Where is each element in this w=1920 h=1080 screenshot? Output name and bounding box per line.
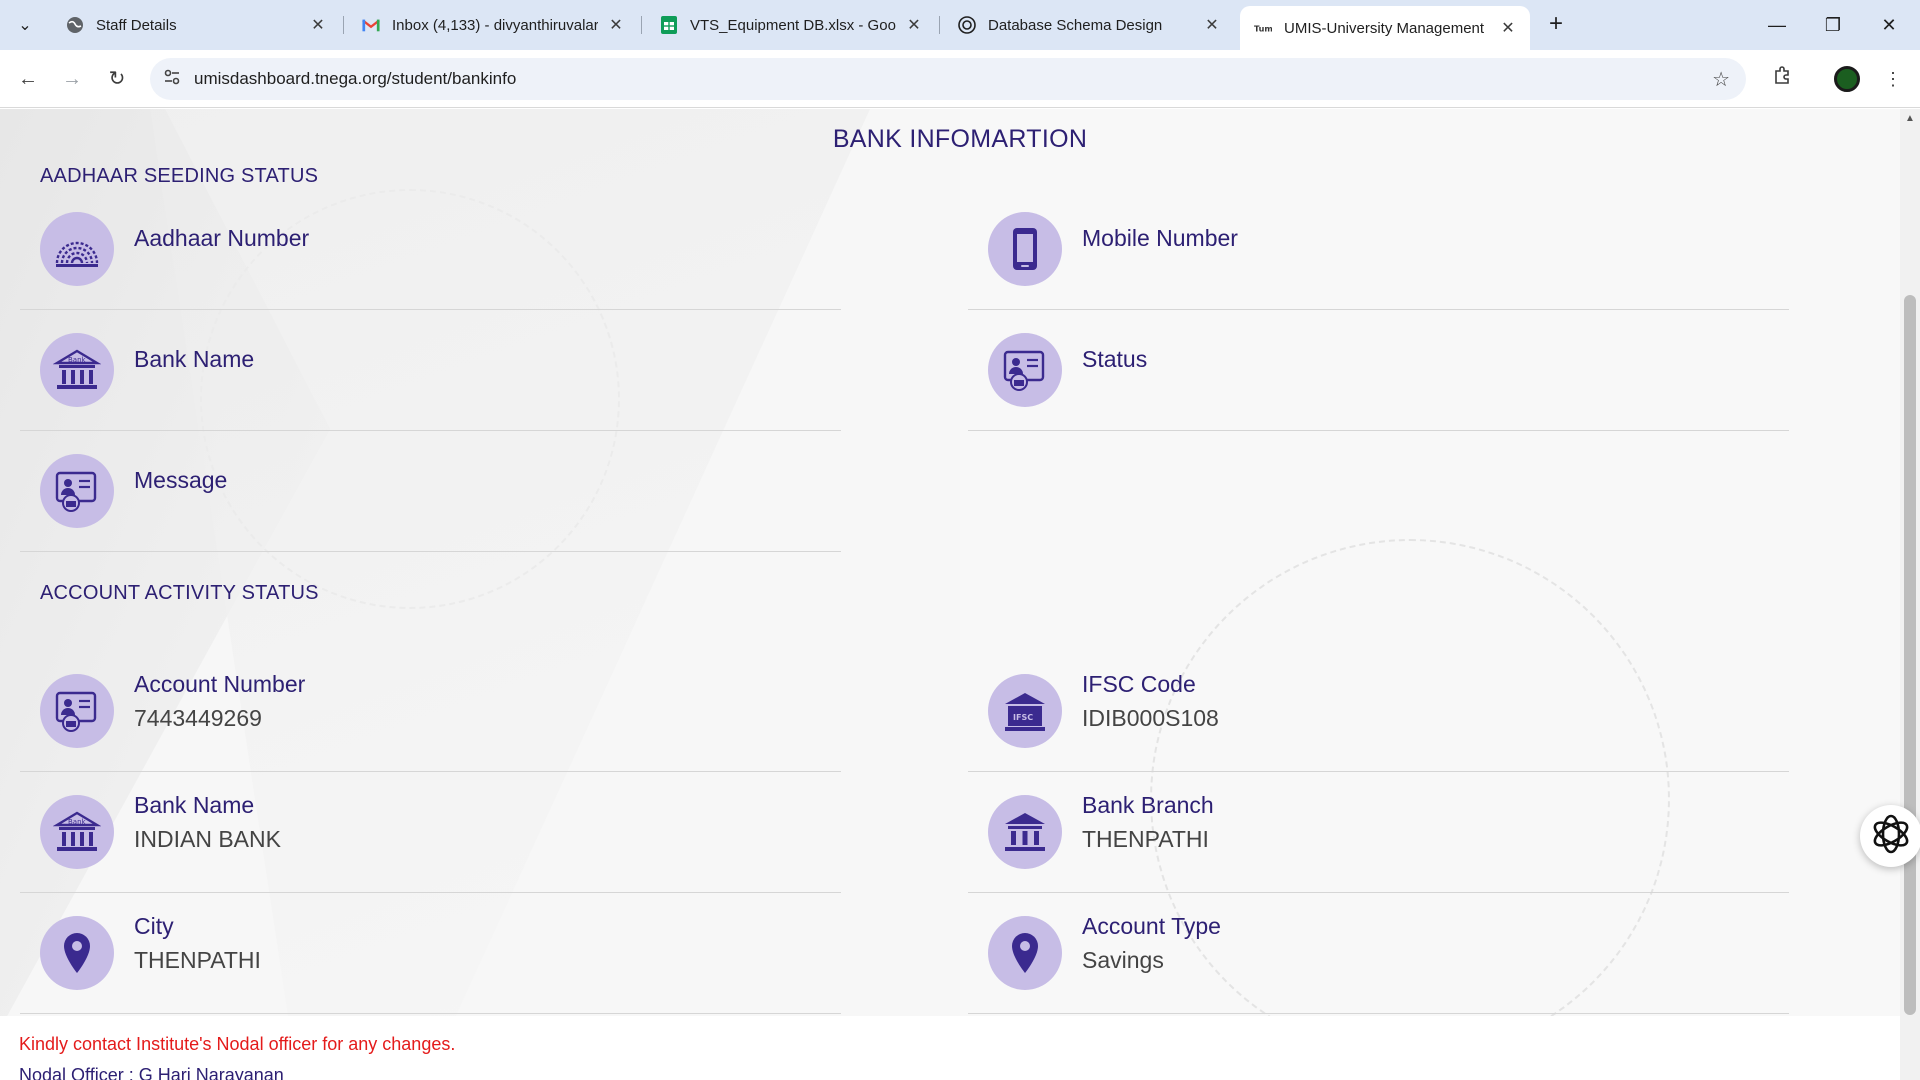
arrow-right-icon: → — [62, 68, 82, 90]
browser-toolbar: ← → ↻ umisdashboard.tnega.org/student/ba… — [0, 50, 1920, 108]
location-pin-icon — [988, 916, 1062, 990]
aadhaar-icon — [40, 212, 114, 286]
kebab-menu-icon: ⋮ — [1884, 69, 1902, 89]
close-icon[interactable]: ✕ — [904, 15, 924, 35]
bank-branch-field: Bank Branch THENPATHI — [968, 772, 1789, 893]
close-icon[interactable]: ✕ — [308, 15, 328, 35]
account-type-field: Account Type Savings — [968, 893, 1789, 1014]
location-pin-icon — [40, 916, 114, 990]
field-label: Bank Name — [134, 792, 255, 818]
close-icon[interactable]: ✕ — [1202, 15, 1222, 35]
close-window-button[interactable]: ✕ — [1864, 8, 1914, 42]
puzzle-icon — [1772, 66, 1792, 89]
field-label: Message — [134, 467, 228, 493]
account-section-title: ACCOUNT ACTIVITY STATUS — [40, 582, 319, 604]
svg-text:Bank: Bank — [68, 356, 87, 364]
field-value: 7443449269 — [134, 705, 262, 731]
field-value: Savings — [1082, 947, 1164, 973]
field-value: THENPATHI — [1082, 826, 1209, 852]
message-field: Message — [20, 431, 841, 552]
extensions-button[interactable] — [1766, 63, 1798, 95]
mobile-phone-icon — [988, 212, 1062, 286]
tab-title: Staff Details — [96, 16, 177, 34]
svg-text:Bank: Bank — [68, 818, 87, 826]
field-value: INDIAN BANK — [134, 826, 281, 852]
scroll-up-arrow-icon[interactable]: ▲ — [1900, 113, 1920, 124]
tab-staff-details[interactable]: Staff Details ✕ — [52, 7, 340, 43]
bank-building-icon: Bank — [40, 333, 114, 407]
back-button[interactable]: ← — [12, 63, 44, 95]
field-label: Account Type — [1082, 913, 1221, 939]
ifsc-bank-icon: IFSC — [988, 674, 1062, 748]
field-value: IDIB000S108 — [1082, 705, 1219, 731]
close-icon[interactable]: ✕ — [1498, 18, 1518, 38]
close-icon[interactable]: ✕ — [606, 15, 626, 35]
arrow-left-icon: ← — [18, 68, 38, 90]
id-card-bank-icon — [988, 333, 1062, 407]
aadhaar-number-field: Aadhaar Number — [20, 189, 841, 310]
gmail-icon — [362, 16, 380, 34]
tab-title: Database Schema Design — [988, 16, 1163, 34]
contact-notice: Kindly contact Institute's Nodal officer… — [19, 1034, 456, 1054]
tab-umis[interactable]: Tumis UMIS-University Management ✕ — [1240, 6, 1530, 50]
ifsc-code-field: IFSC IFSC Code IDIB000S108 — [968, 651, 1789, 772]
nodal-officer: Nodal Officer : G Hari Narayanan — [19, 1065, 284, 1080]
aadhaar-bank-name-field: Bank Bank Name — [20, 310, 841, 431]
id-card-bank-icon — [40, 454, 114, 528]
url-text[interactable]: umisdashboard.tnega.org/student/bankinfo — [194, 69, 516, 89]
field-label: Account Number — [134, 671, 306, 697]
site-info-icon[interactable] — [150, 68, 194, 91]
field-label: Bank Name — [134, 346, 255, 372]
tab-title: VTS_Equipment DB.xlsx - Googl — [690, 16, 896, 34]
scrollbar-thumb[interactable] — [1904, 295, 1916, 1015]
account-bank-name-field: Bank Bank Name INDIAN BANK — [20, 772, 841, 893]
field-value: THENPATHI — [134, 947, 261, 973]
openai-icon — [1869, 812, 1913, 861]
minimize-button[interactable]: — — [1752, 8, 1802, 42]
field-label: City — [134, 913, 174, 939]
aadhaar-section-title: AADHAAR SEEDING STATUS — [40, 165, 319, 187]
reload-icon: ↻ — [108, 68, 126, 90]
page-scrollbar[interactable]: ▲ — [1900, 109, 1920, 1080]
globe-icon — [66, 16, 84, 34]
account-number-field: Account Number 7443449269 — [20, 651, 841, 772]
address-bar[interactable]: umisdashboard.tnega.org/student/bankinfo… — [150, 58, 1746, 100]
bank-building-icon: Bank — [40, 795, 114, 869]
id-card-bank-icon — [40, 674, 114, 748]
page-title: BANK INFOMARTION — [832, 125, 1088, 153]
mobile-number-field: Mobile Number — [968, 189, 1789, 310]
tab-vts-equipment[interactable]: VTS_Equipment DB.xlsx - Googl ✕ — [646, 7, 936, 43]
field-label: Bank Branch — [1082, 792, 1214, 818]
openai-icon — [958, 16, 976, 34]
svg-text:Tumis: Tumis — [1254, 24, 1272, 34]
browser-menu-button[interactable]: ⋮ — [1877, 63, 1909, 95]
status-field: Status — [968, 310, 1789, 431]
reload-button[interactable]: ↻ — [101, 63, 133, 95]
tab-title: Inbox (4,133) - divyanthiruvalar — [392, 16, 598, 34]
tab-inbox[interactable]: Inbox (4,133) - divyanthiruvalar ✕ — [348, 7, 638, 43]
forward-button[interactable]: → — [56, 63, 88, 95]
umis-icon: Tumis — [1254, 19, 1272, 37]
bank-columns-icon — [988, 795, 1062, 869]
restore-button[interactable]: ❐ — [1808, 8, 1858, 42]
sheets-icon — [660, 16, 678, 34]
tab-strip: ⌄ Staff Details ✕ Inbox (4,133) - divyan… — [0, 0, 1920, 50]
field-label: IFSC Code — [1082, 671, 1196, 697]
field-label: Status — [1082, 346, 1148, 372]
tab-database-schema[interactable]: Database Schema Design ✕ — [944, 7, 1234, 43]
field-label: Aadhaar Number — [134, 225, 310, 251]
profile-avatar[interactable] — [1834, 66, 1860, 92]
new-tab-button[interactable]: + — [1541, 10, 1571, 40]
tab-search-button[interactable]: ⌄ — [8, 8, 42, 42]
bookmark-star-icon[interactable]: ☆ — [1712, 67, 1730, 92]
bank-info-page: BANK INFOMARTION AADHAAR SEEDING STATUS … — [0, 109, 1900, 1080]
tab-title: UMIS-University Management — [1284, 19, 1485, 37]
field-label: Mobile Number — [1082, 225, 1238, 251]
city-field: City THENPATHI — [20, 893, 841, 1014]
chevron-down-icon: ⌄ — [18, 17, 32, 34]
svg-text:IFSC: IFSC — [1013, 713, 1033, 722]
assistant-floating-button[interactable] — [1860, 805, 1920, 867]
